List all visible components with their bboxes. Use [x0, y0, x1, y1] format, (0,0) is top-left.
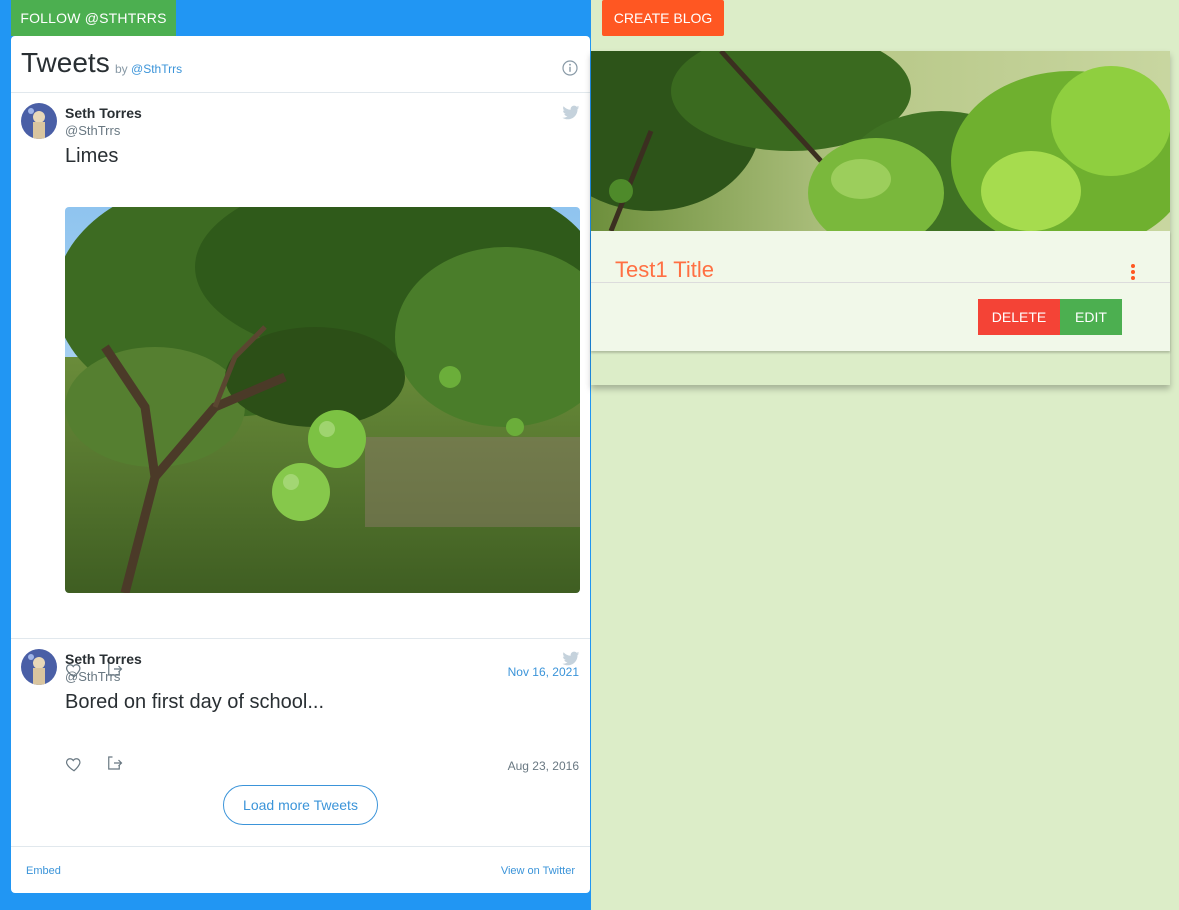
blog-cover-image [591, 51, 1170, 231]
more-vert-icon[interactable] [1130, 263, 1136, 281]
embed-link[interactable]: Embed [26, 865, 61, 877]
twitter-bird-icon[interactable] [562, 651, 580, 667]
view-on-twitter-link[interactable]: View on Twitter [501, 865, 575, 877]
avatar[interactable] [21, 103, 57, 139]
tweet-author-name[interactable]: Seth Torres [65, 651, 142, 667]
tweet-photo[interactable] [65, 207, 580, 593]
heart-icon[interactable] [65, 755, 83, 773]
tweet-author-name[interactable]: Seth Torres [65, 105, 142, 121]
create-blog-button[interactable]: CREATE BLOG [602, 0, 724, 36]
tweet-text: Bored on first day of school... [65, 691, 325, 713]
timeline-byline: by @SthTrrs [115, 62, 182, 76]
timeline-header: Tweets by @SthTrrs [11, 36, 590, 93]
timeline-footer: Embed View on Twitter [11, 846, 590, 893]
blog-card: Test1 Title DELETE EDIT [591, 51, 1170, 385]
follow-button[interactable]: FOLLOW @STHTRRS [11, 0, 176, 36]
byline-prefix: by [115, 62, 128, 76]
edit-button[interactable]: EDIT [1060, 299, 1122, 335]
blog-title[interactable]: Test1 Title [615, 257, 714, 283]
load-more-tweets-button[interactable]: Load more Tweets [223, 785, 378, 825]
tweet-text: Limes [65, 145, 119, 167]
tweet-item[interactable]: Seth Torres @SthTrrs Limes Nov 16, 2021 [11, 93, 590, 679]
tweet-item[interactable]: Seth Torres @SthTrrs Bored on first day … [11, 639, 590, 784]
byline-handle-link[interactable]: @SthTrrs [131, 62, 182, 76]
tweet-date[interactable]: Aug 23, 2016 [508, 759, 579, 773]
twitter-bird-icon[interactable] [562, 105, 580, 121]
avatar[interactable] [21, 649, 57, 685]
share-icon[interactable] [105, 754, 123, 772]
twitter-column: FOLLOW @STHTRRS Tweets by @SthTrrs Seth … [0, 0, 591, 910]
blog-card-content: Test1 Title DELETE EDIT [591, 231, 1170, 351]
twitter-timeline: Tweets by @SthTrrs Seth Torres @SthTrrs … [11, 36, 590, 893]
tweet-author-handle[interactable]: @SthTrrs [65, 669, 120, 684]
delete-button[interactable]: DELETE [978, 299, 1060, 335]
tweet-author-handle[interactable]: @SthTrrs [65, 123, 120, 138]
info-icon[interactable] [562, 60, 578, 76]
timeline-title: Tweets [21, 47, 110, 78]
divider [591, 282, 1170, 283]
